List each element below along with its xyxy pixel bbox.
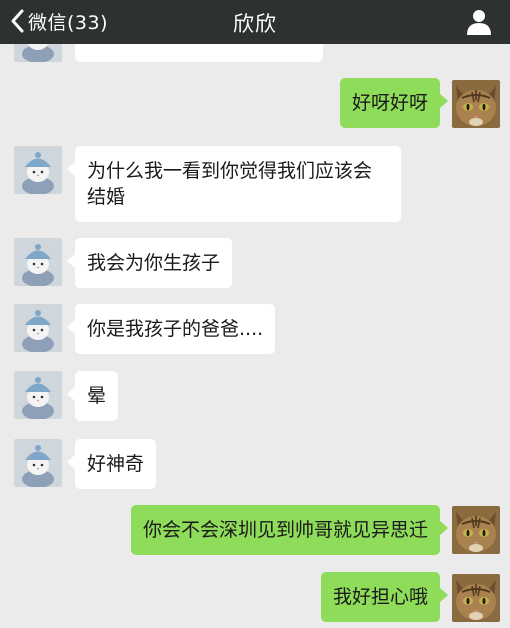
my-avatar[interactable] bbox=[452, 506, 500, 554]
contact-avatar[interactable] bbox=[14, 371, 62, 419]
message-bubble-received[interactable]: 你是我孩子的爸爸.... bbox=[66, 304, 276, 354]
cat-avatar-image bbox=[14, 304, 62, 352]
message-text: 晕 bbox=[87, 385, 107, 407]
message-bubble-received[interactable]: 为什么我一看到你觉得我们应该会 结婚 bbox=[67, 146, 401, 222]
message-text: 你是我孩子的爸爸.... bbox=[87, 318, 264, 340]
contact-avatar[interactable] bbox=[14, 238, 62, 286]
message-text: 好呀好呀 bbox=[351, 92, 428, 114]
message-text: 好神奇 bbox=[87, 453, 145, 475]
message-bubble-sent[interactable]: 好呀好呀 bbox=[339, 78, 449, 128]
message-bubble-sent[interactable]: 你会不会深圳见到帅哥就见异思迁 bbox=[130, 505, 449, 555]
contact-avatar[interactable] bbox=[14, 44, 62, 62]
message-bubble-received[interactable]: 我会为你生孩子 bbox=[66, 238, 233, 288]
profile-button[interactable] bbox=[466, 8, 492, 36]
message-text: 为什么我一看到你觉得我们应该会 结婚 bbox=[87, 160, 373, 208]
tabby-cat-avatar-image bbox=[452, 80, 500, 128]
cat-avatar-image bbox=[14, 439, 62, 487]
message-bubble-received[interactable] bbox=[75, 44, 323, 62]
message-bubble-sent[interactable]: 我好担心哦 bbox=[320, 572, 449, 622]
message-text: 我会为你生孩子 bbox=[87, 252, 221, 274]
message-bubble-received[interactable]: 晕 bbox=[66, 371, 119, 421]
contact-avatar[interactable] bbox=[14, 439, 62, 487]
message-text: 我好担心哦 bbox=[332, 586, 428, 608]
message-bubble-received[interactable]: 好神奇 bbox=[66, 439, 157, 489]
message-text: 你会不会深圳见到帅哥就见异思迁 bbox=[142, 519, 428, 541]
cat-avatar-image bbox=[14, 371, 62, 419]
my-avatar[interactable] bbox=[452, 574, 500, 622]
contact-avatar[interactable] bbox=[14, 146, 62, 194]
contact-avatar[interactable] bbox=[14, 304, 62, 352]
cat-avatar-image bbox=[14, 146, 62, 194]
my-avatar[interactable] bbox=[452, 80, 500, 128]
top-bar: 微信(33) 欣欣 bbox=[0, 0, 510, 44]
tabby-cat-avatar-image bbox=[452, 506, 500, 554]
person-icon bbox=[467, 10, 491, 35]
cat-avatar-image bbox=[14, 44, 62, 62]
tabby-cat-avatar-image bbox=[452, 574, 500, 622]
message-list[interactable]: 好呀好呀 为什么我一看到你觉得我们应该会 结婚 我会为你生孩子 你是我孩子的爸爸… bbox=[0, 44, 510, 628]
cat-avatar-image bbox=[14, 238, 62, 286]
chat-title: 欣欣 bbox=[233, 12, 277, 36]
